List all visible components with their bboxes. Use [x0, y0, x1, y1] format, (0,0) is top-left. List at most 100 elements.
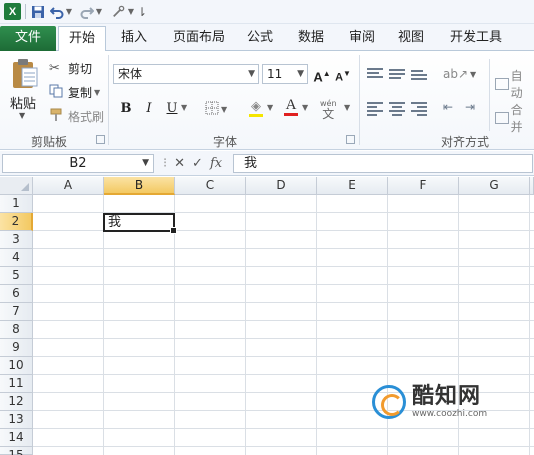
row-header[interactable]: 1 [0, 195, 33, 213]
row-header[interactable]: 12 [0, 393, 33, 411]
shrink-font-icon: A [335, 71, 344, 84]
font-name-value: 宋体 [118, 67, 143, 81]
merge-icon [495, 112, 509, 124]
gridline [529, 195, 530, 455]
align-bottom-icon[interactable] [411, 70, 427, 84]
align-left-icon[interactable] [367, 102, 383, 116]
paste-button[interactable]: 粘贴 [10, 93, 36, 112]
font-size-value: 11 [267, 67, 283, 81]
font-name-select[interactable]: 宋体 ▼ [113, 64, 259, 84]
phonetic-dropdown-icon[interactable]: ▼ [344, 103, 350, 112]
enter-icon[interactable]: ✓ [192, 156, 203, 171]
row-header[interactable]: 7 [0, 303, 33, 321]
merge-center-button[interactable]: 合并 [495, 101, 534, 135]
paste-dropdown-icon[interactable]: ▼ [19, 111, 25, 120]
column-header[interactable]: D [246, 177, 317, 195]
tab-file[interactable]: 文件 [0, 26, 56, 51]
select-all-button[interactable] [0, 177, 33, 195]
tab-developer[interactable]: 开发工具 [442, 26, 510, 51]
row-header[interactable]: 3 [0, 231, 33, 249]
tab-view[interactable]: 视图 [389, 26, 433, 51]
column-header[interactable]: C [175, 177, 246, 195]
save-icon[interactable] [30, 3, 46, 20]
column-header[interactable]: A [33, 177, 104, 195]
selected-cell[interactable]: 我 [103, 213, 177, 234]
tab-page-layout[interactable]: 页面布局 [164, 26, 234, 51]
align-right-icon[interactable] [411, 102, 427, 116]
wrap-text-button[interactable]: 自动 [495, 67, 534, 101]
align-middle-icon[interactable] [389, 69, 405, 83]
font-color-dropdown-icon[interactable]: ▼ [302, 103, 308, 112]
watermark-title: 酷知网 [412, 383, 482, 409]
undo-icon[interactable]: ▼ [49, 3, 73, 20]
tab-formulas[interactable]: 公式 [238, 26, 282, 51]
bold-button[interactable]: B [117, 100, 135, 118]
brush-icon [49, 108, 65, 125]
qat-overflow-icon[interactable]: ⇂ [136, 3, 148, 20]
clipboard-launcher-icon[interactable] [96, 135, 105, 144]
underline-button[interactable]: U [163, 100, 181, 118]
row-header[interactable]: 4 [0, 249, 33, 267]
row-header[interactable]: 9 [0, 339, 33, 357]
borders-button[interactable]: ▼ [205, 101, 227, 118]
column-header[interactable]: F [388, 177, 459, 195]
format-painter-button[interactable]: 格式刷 [49, 107, 104, 125]
borders-icon [205, 101, 219, 118]
row-header[interactable]: 10 [0, 357, 33, 375]
grow-font-icon: A [313, 69, 323, 85]
tab-data[interactable]: 数据 [288, 26, 334, 51]
redo-icon[interactable]: ▼ [79, 3, 103, 20]
alignment-group-label: 对齐方式 [440, 135, 489, 149]
watermark: 酷知网 www.coozhi.com [372, 380, 522, 424]
font-launcher-icon[interactable] [346, 135, 355, 144]
row-header[interactable]: 5 [0, 267, 33, 285]
scissors-icon: ✂ [49, 60, 60, 76]
row-header[interactable]: 11 [0, 375, 33, 393]
name-box[interactable]: B2 ▼ [2, 154, 154, 173]
phonetic-button[interactable]: wén 文 [320, 99, 337, 120]
font-color-icon: A [285, 97, 297, 113]
divider [25, 4, 26, 19]
align-center-icon[interactable] [389, 102, 405, 116]
copy-button[interactable]: 复制 ▼ [49, 83, 100, 101]
group-divider [359, 55, 360, 145]
row-header[interactable]: 13 [0, 411, 33, 429]
cancel-icon[interactable]: ✕ [174, 156, 185, 171]
tab-insert[interactable]: 插入 [112, 26, 156, 51]
watermark-url: www.coozhi.com [412, 408, 488, 419]
formula-input[interactable]: 我 [233, 154, 533, 173]
gridline [33, 428, 534, 429]
column-header-selected[interactable]: B [104, 177, 175, 195]
row-header[interactable]: 14 [0, 429, 33, 447]
copy-dropdown-icon[interactable]: ▼ [94, 88, 100, 97]
increase-indent-icon[interactable]: ⇥ [465, 100, 475, 114]
cut-button[interactable]: ✂ 剪切 [49, 59, 92, 77]
font-size-select[interactable]: 11 ▼ [262, 64, 308, 84]
tab-home[interactable]: 开始 [58, 26, 106, 52]
row-header-selected[interactable]: 2 [0, 213, 33, 231]
column-header[interactable]: E [317, 177, 388, 195]
insert-function-icon[interactable]: fx [210, 156, 222, 171]
italic-button[interactable]: I [140, 100, 158, 118]
column-header[interactable]: G [459, 177, 530, 195]
resize-handle-icon[interactable]: ⁝ [163, 156, 167, 171]
fill-color-dropdown-icon[interactable]: ▼ [267, 103, 273, 112]
group-divider [489, 95, 490, 131]
clipboard-group-label: 剪贴板 [30, 135, 67, 149]
row-header[interactable]: 6 [0, 285, 33, 303]
chevron-down-icon: ▼ [297, 69, 304, 79]
row-header[interactable]: 8 [0, 321, 33, 339]
align-top-icon[interactable] [367, 68, 383, 82]
row-header[interactable]: 15 [0, 447, 33, 455]
font-color-button[interactable]: A [284, 97, 298, 116]
underline-dropdown-icon[interactable]: ▼ [181, 103, 187, 112]
fill-color-button[interactable]: ◈ [249, 99, 263, 117]
shrink-font-button[interactable]: A▼ [334, 65, 352, 84]
customize-icon[interactable]: ▼ [112, 3, 134, 20]
paste-icon[interactable] [8, 56, 42, 92]
group-divider [489, 59, 490, 95]
decrease-indent-icon[interactable]: ⇤ [443, 100, 453, 114]
tab-review[interactable]: 审阅 [340, 26, 384, 51]
orientation-button[interactable]: ab↗ ▼ [443, 67, 476, 81]
grow-font-button[interactable]: A▲ [313, 65, 331, 85]
